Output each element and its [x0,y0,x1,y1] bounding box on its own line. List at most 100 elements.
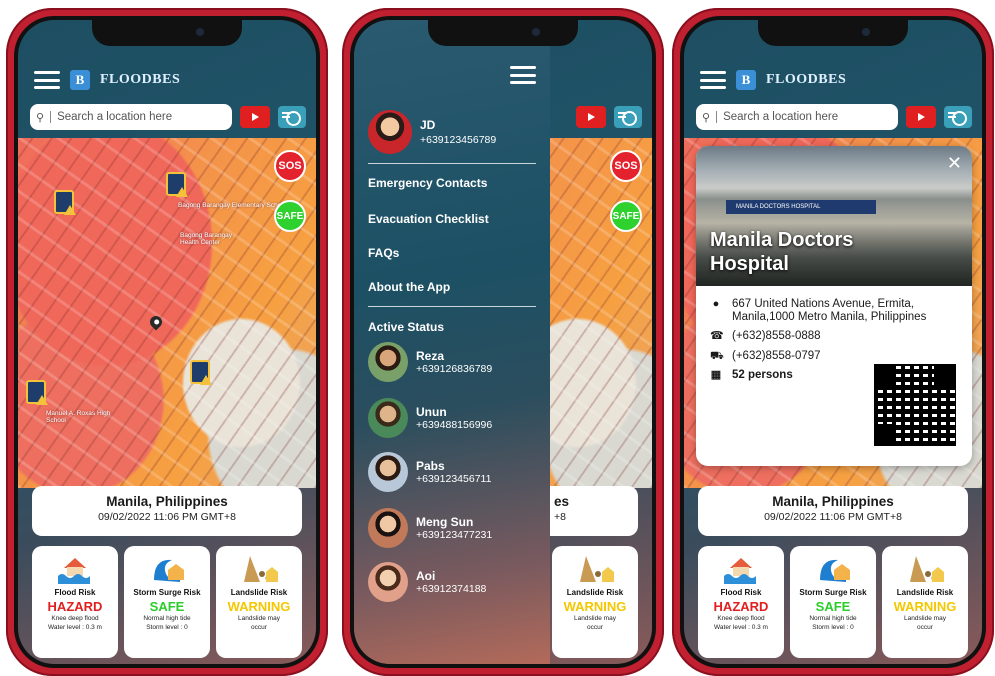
hospital-phone2: (+632)8558-0797 [732,349,821,362]
map-label: Bagong Barangay Health Center [180,232,233,247]
contact-item[interactable]: Pabs +639123456711 [368,452,491,492]
risk-status: WARNING [227,599,291,615]
evacuation-center-icon[interactable] [190,360,212,385]
close-icon[interactable]: ✕ [947,154,962,172]
flood-map[interactable]: Bagong Barangay Elementary School Bagong… [18,138,316,488]
evacuation-center-icon[interactable] [166,172,188,197]
risk-desc: Knee deep flood [717,615,765,623]
location-card: Manila, Philippines 09/02/2022 11:06 PM … [32,486,302,536]
landslide-risk-card[interactable]: Landslide Risk WARNING Landslide may occ… [552,546,638,658]
landslide-icon [906,552,944,584]
contact-avatar [368,508,408,548]
youtube-icon[interactable] [906,106,936,128]
radio-icon[interactable] [944,106,972,128]
qr-code[interactable] [874,364,956,446]
search-icon: ⚲ [702,111,711,124]
risk-name: Storm Surge Risk [133,588,201,597]
storm-surge-risk-card[interactable]: Storm Surge Risk SAFE Normal high tide S… [790,546,876,658]
flood-house-icon [56,552,94,584]
hamburger-menu-icon[interactable] [510,66,536,84]
radio-icon[interactable] [614,106,642,128]
contact-name: Reza [416,349,445,363]
risk-desc: Normal high tide [143,615,191,623]
landslide-icon [240,552,278,584]
risk-desc: occur [587,623,603,631]
hospital-screen: B FLOODBES ⚲ MANILA DOCTORS HOSPITAL Man… [684,20,982,664]
risk-desc: Landslide may [238,615,280,623]
evacuation-center-icon[interactable] [54,190,76,215]
divider [368,306,536,307]
location-name: Manila, Philippines [772,494,894,509]
risk-desc: Knee deep flood [51,615,99,623]
location-card: Manila, Philippines 09/02/2022 11:06 PM … [698,486,968,536]
contact-item[interactable]: Reza +639126836789 [368,342,492,382]
risk-name: Flood Risk [54,588,96,597]
sos-button[interactable]: SOS [274,150,306,182]
menu-emergency-contacts[interactable]: Emergency Contacts [368,176,487,190]
hospital-phone1: (+632)8558-0888 [732,330,821,343]
hospital-capacity: 52 persons [732,368,793,381]
safe-button[interactable]: SAFE [610,200,642,232]
search-input[interactable] [716,111,892,123]
phone-main-screen: B FLOODBES ⚲ Bagong Barangay Elementary … [6,8,328,676]
app-header: B FLOODBES [34,68,300,92]
risk-status: SAFE [149,599,185,615]
phone-hospital-screen: B FLOODBES ⚲ MANILA DOCTORS HOSPITAL Man… [672,8,994,676]
contact-name: Unun [416,405,447,419]
app-logo: B [736,70,756,90]
contact-item[interactable]: Unun +639488156996 [368,398,492,438]
app-header: B FLOODBES [700,68,966,92]
location-pin-icon[interactable] [147,313,165,331]
youtube-icon[interactable] [576,106,606,128]
sos-button[interactable]: SOS [610,150,642,182]
contact-item[interactable]: Aoi +63912374188 [368,562,486,602]
side-drawer: JD +639123456789 Emergency Contacts Evac… [354,20,550,664]
search-input[interactable] [50,111,226,123]
hospital-name: Manila Doctors Hospital [710,229,854,275]
divider [368,163,536,164]
search-bar[interactable]: ⚲ [696,104,898,130]
flood-risk-card[interactable]: Flood Risk HAZARD Knee deep flood Water … [698,546,784,658]
contact-number: +639488156996 [416,419,493,431]
landslide-risk-card[interactable]: Landslide Risk WARNING Landslide may occ… [882,546,968,658]
risk-cards: Flood Risk HAZARD Knee deep flood Water … [32,546,302,658]
menu-evacuation-checklist[interactable]: Evacuation Checklist [368,212,489,226]
radio-icon[interactable] [278,106,306,128]
risk-status: WARNING [893,599,957,615]
safe-button[interactable]: SAFE [274,200,306,232]
risk-name: Landslide Risk [230,588,288,597]
location-datetime: 09/02/2022 11:06 PM GMT+8 [98,511,236,523]
contact-name: Aoi [416,569,436,583]
flood-risk-card[interactable]: Flood Risk HAZARD Knee deep flood Water … [32,546,118,658]
notch [428,20,578,46]
landslide-risk-card[interactable]: Landslide Risk WARNING Landslide may occ… [216,546,302,658]
map-label: Manuel A. Roxas High School [46,410,111,425]
risk-cards: Flood Risk HAZARD Knee deep flood Water … [698,546,968,658]
hospital-ambulance-row[interactable]: ⛟ (+632)8558-0797 [710,350,958,363]
contact-number: +63912374188 [416,583,487,595]
drawer-screen: SOS SAFE es +8 Landslide Risk WARNING La… [354,20,652,664]
hamburger-menu-icon[interactable] [700,71,726,89]
risk-status: HAZARD [713,599,769,615]
contact-item[interactable]: Meng Sun +639123477231 [368,508,492,548]
youtube-icon[interactable] [240,106,270,128]
storm-surge-risk-card[interactable]: Storm Surge Risk SAFE Normal high tide S… [124,546,210,658]
user-profile[interactable]: JD +639123456789 [368,110,496,154]
evacuation-center-icon[interactable] [26,380,48,405]
contact-number: +639123477231 [416,529,493,541]
menu-about-app[interactable]: About the App [368,280,450,294]
storm-surge-icon [814,552,852,584]
risk-desc: Water level : 0.3 m [714,623,768,631]
risk-desc: Storm level : 0 [812,623,854,631]
contact-avatar [368,452,408,492]
hamburger-menu-icon[interactable] [34,71,60,89]
menu-faqs[interactable]: FAQs [368,246,399,260]
search-bar[interactable]: ⚲ [30,104,232,130]
risk-name: Landslide Risk [566,588,624,597]
hospital-sign: MANILA DOCTORS HOSPITAL [726,200,876,214]
contact-number: +639123456711 [416,473,492,485]
risk-desc: Landslide may [904,615,946,623]
hospital-phone-row[interactable]: ☎ (+632)8558-0888 [710,330,958,343]
contact-avatar [368,398,408,438]
contact-number: +639126836789 [416,363,493,375]
